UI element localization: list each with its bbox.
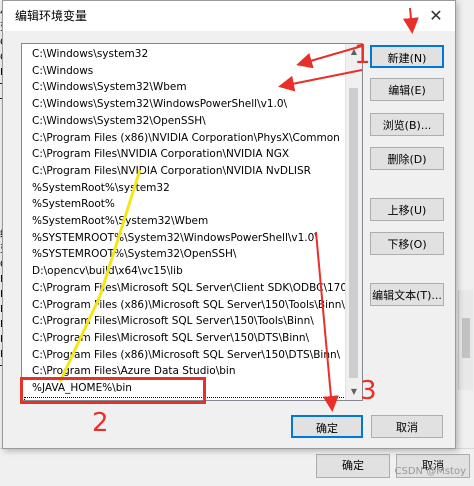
close-icon[interactable]: ✕	[423, 3, 449, 29]
browse-button[interactable]: 浏览(B)...	[370, 113, 444, 136]
new-button[interactable]: 新建(N)	[370, 45, 444, 68]
ok-button[interactable]: 确定	[291, 415, 363, 438]
list-item[interactable]: C:\Windows	[24, 63, 348, 80]
list-item[interactable]: C:\Program Files\NVIDIA Corporation\NVID…	[24, 163, 348, 180]
list-item[interactable]: C:\Program Files (x86)\Microsoft SQL Ser…	[24, 297, 348, 314]
list-item[interactable]: %SystemRoot%\System32\Wbem	[24, 213, 348, 230]
list-item[interactable]: C:\Program Files\NVIDIA Corporation\NVID…	[24, 146, 348, 163]
annotation-number-1: 1	[354, 40, 371, 70]
list-item[interactable]: C:\Windows\system32	[24, 46, 348, 63]
list-item[interactable]: %SYSTEMROOT%\System32\OpenSSH\	[24, 246, 348, 263]
annotation-number-2: 2	[92, 408, 109, 438]
cancel-button[interactable]: 取消	[371, 415, 443, 438]
delete-button[interactable]: 删除(D)	[370, 147, 444, 170]
watermark: CSDN @Mstoy	[394, 466, 466, 477]
list-item[interactable]: C:\Program Files (x86)\NVIDIA Corporatio…	[24, 130, 348, 147]
list-item[interactable]: %SystemRoot%\system32	[24, 180, 348, 197]
list-item[interactable]: C:\Program Files\Microsoft SQL Server\Cl…	[24, 280, 348, 297]
background-scrollbar[interactable]	[458, 290, 473, 390]
edit-button[interactable]: 编辑(E)	[370, 78, 444, 101]
new-entry-highlight-box	[20, 377, 206, 404]
move-up-button[interactable]: 上移(U)	[370, 198, 444, 221]
dialog-title: 编辑环境变量	[15, 9, 88, 23]
list-item[interactable]: C:\Program Files\Microsoft SQL Server\15…	[24, 330, 348, 347]
list-item[interactable]: %SystemRoot%	[24, 196, 348, 213]
title-bar: 编辑环境变量 ✕	[3, 1, 455, 31]
list-item[interactable]: C:\Windows\System32\WindowsPowerShell\v1…	[24, 96, 348, 113]
list-item[interactable]: C:\Program Files (x86)\Microsoft SQL Ser…	[24, 347, 348, 364]
list-item[interactable]: C:\Windows\System32\Wbem	[24, 79, 348, 96]
path-entries-list[interactable]: F:\opencv\build\x64\vc15\bin%JAVA_HOME%\…	[21, 43, 363, 401]
list-scrollbar[interactable]: ▲ ▼	[345, 44, 362, 400]
list-item[interactable]: D:\opencv\build\x64\vc15\lib	[24, 263, 348, 280]
list-item[interactable]: C:\Windows\System32\OpenSSH\	[24, 113, 348, 130]
move-down-button[interactable]: 下移(O)	[370, 232, 444, 255]
list-item[interactable]: %SYSTEMROOT%\System32\WindowsPowerShell\…	[24, 230, 348, 247]
list-item[interactable]: C:\Program Files\Microsoft SQL Server\15…	[24, 313, 348, 330]
background-ok-button[interactable]: 确定	[316, 454, 390, 478]
scroll-thumb[interactable]	[349, 88, 358, 378]
annotation-number-3: 3	[360, 376, 377, 406]
edit-text-button[interactable]: 编辑文本(T)...	[370, 283, 444, 306]
